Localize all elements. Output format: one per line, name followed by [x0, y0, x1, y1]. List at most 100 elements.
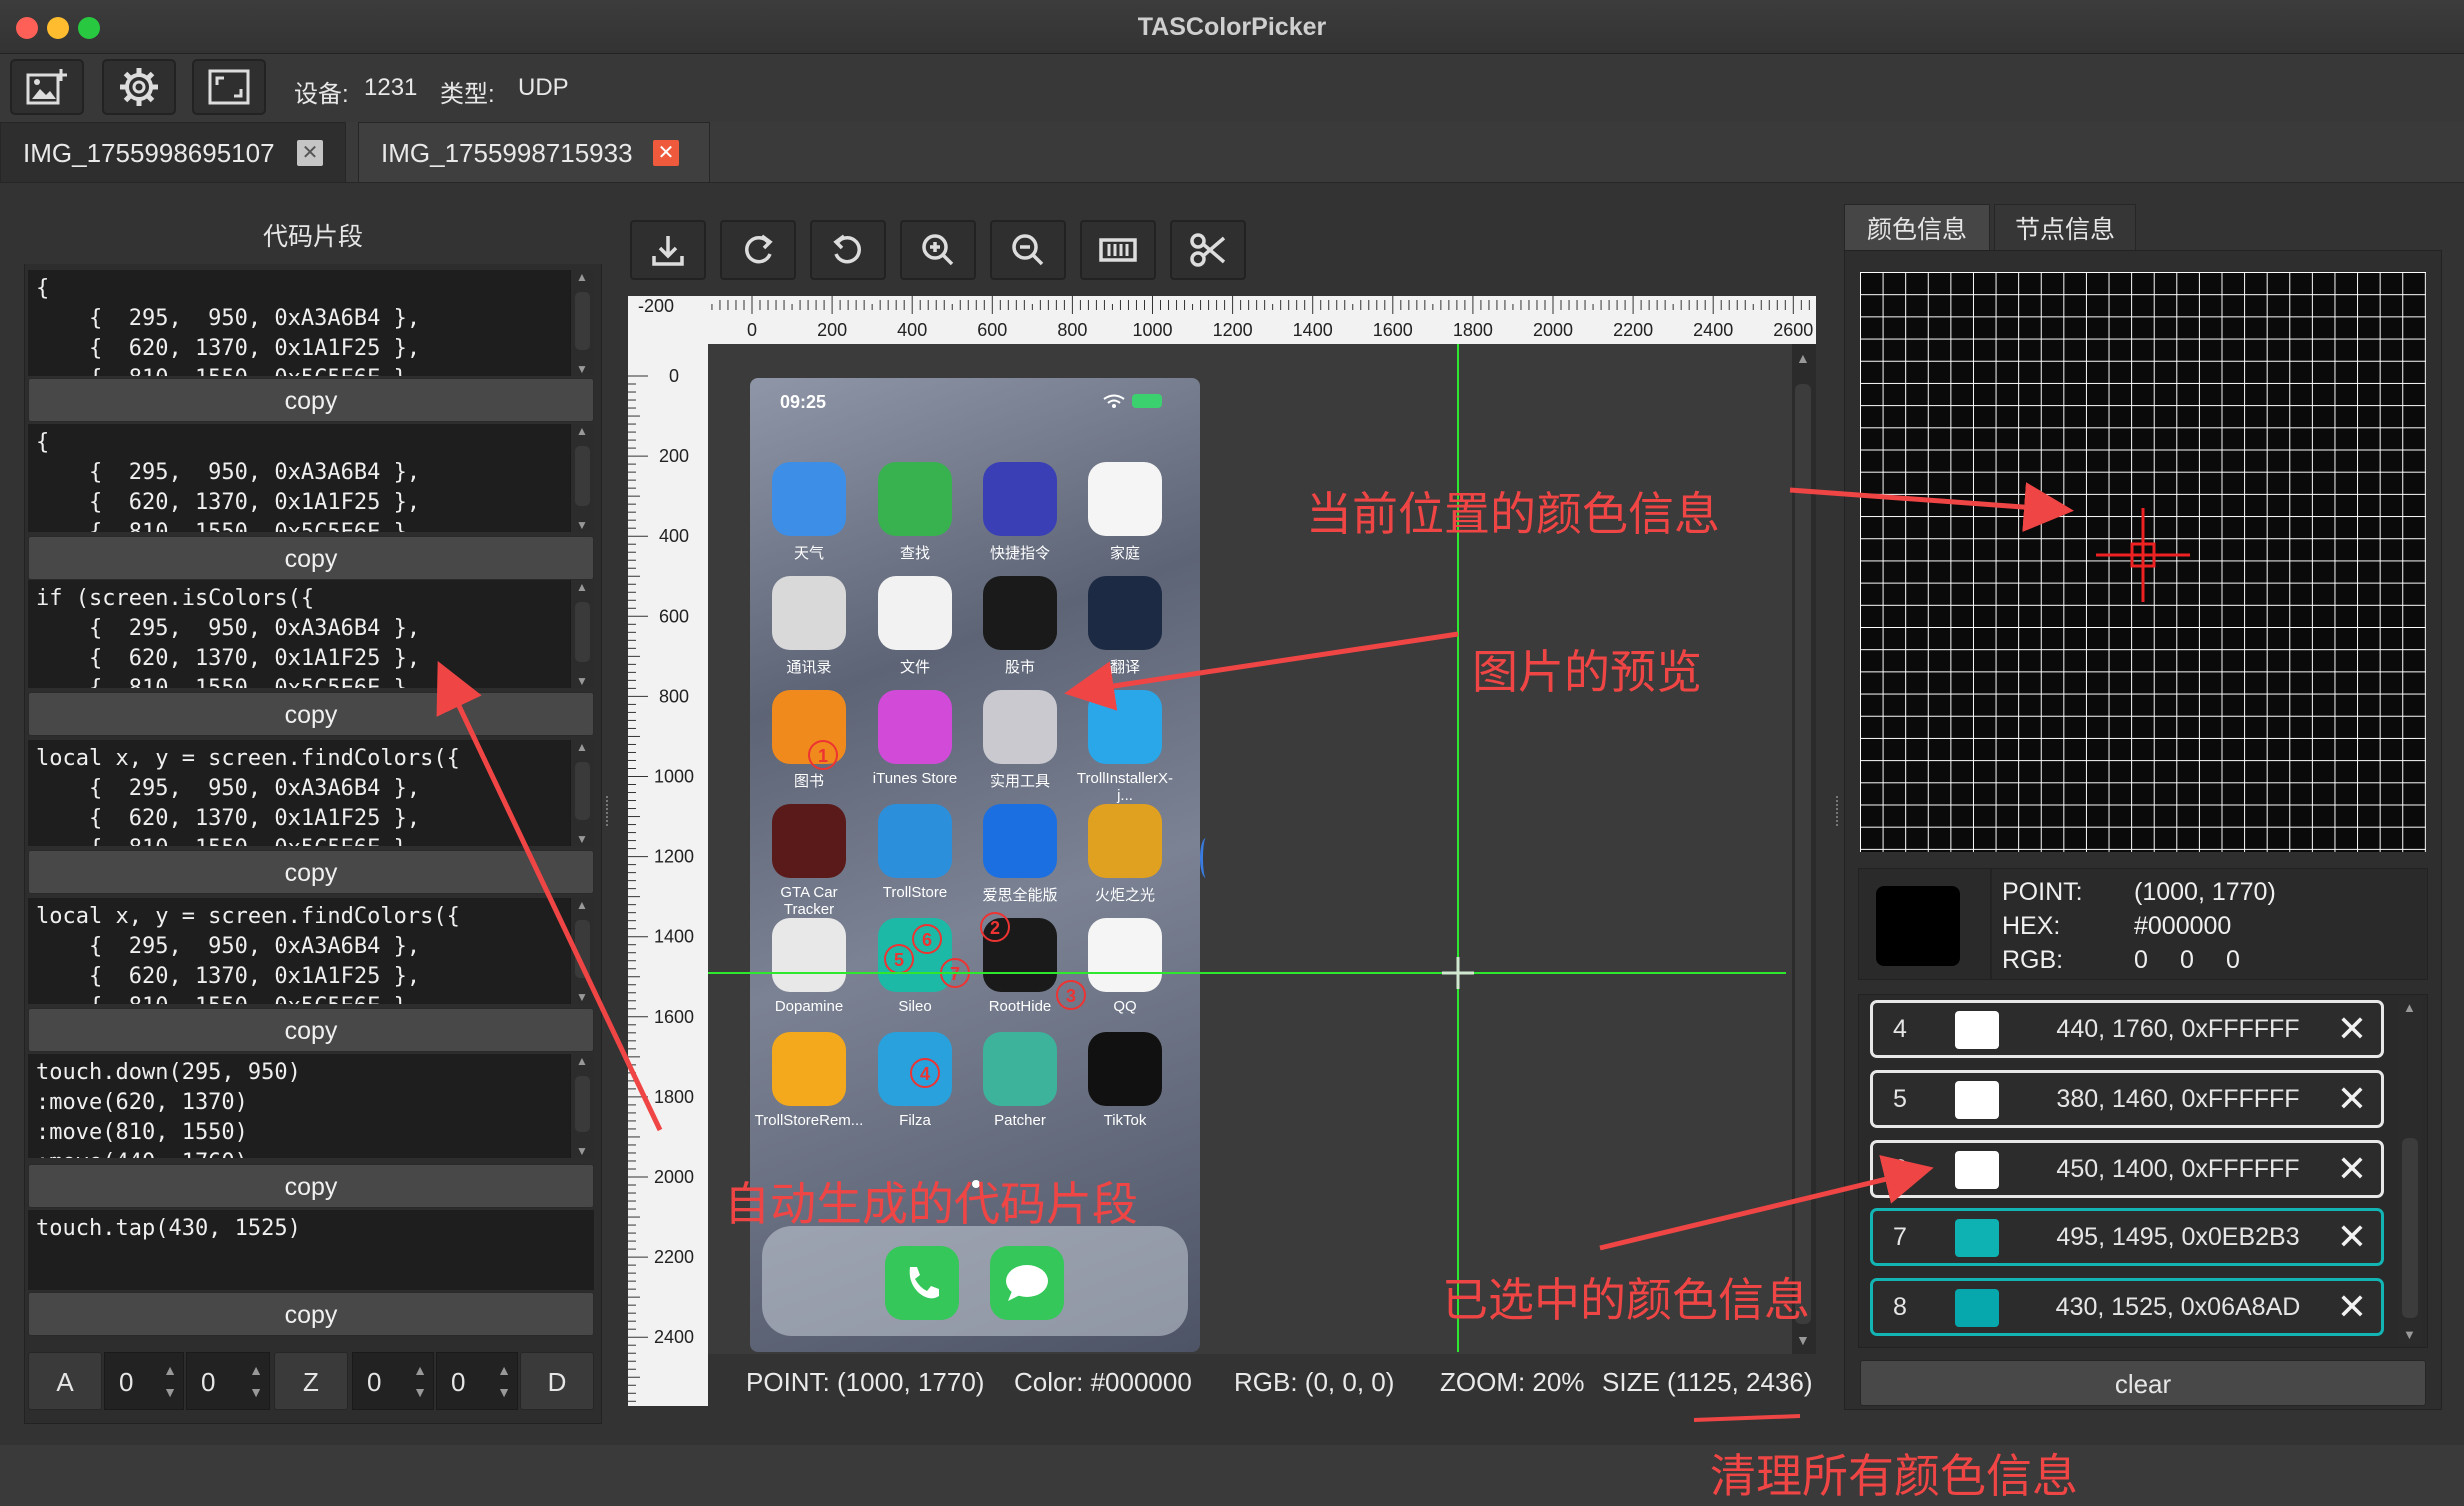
rotate-left-button[interactable]	[810, 220, 886, 280]
ruler-x-label: 2000	[1533, 320, 1573, 340]
app-icon[interactable]	[772, 576, 846, 650]
tab-node-info[interactable]: 节点信息	[1994, 204, 2136, 252]
code-snippet[interactable]: touch.down(295, 950):move(620, 1370):mov…	[28, 1054, 594, 1158]
tab-image-1[interactable]: IMG_1755998695107 ✕	[0, 122, 346, 182]
color-value: 495, 1495, 0x0EB2B3	[2056, 1223, 2300, 1251]
colors-scrollbar[interactable]: ▲ ▼	[2398, 998, 2422, 1344]
point-marker[interactable]: 2	[980, 912, 1010, 942]
app-icon[interactable]	[983, 576, 1057, 650]
color-index: 6	[1893, 1155, 1907, 1183]
spin-arrows-icon[interactable]: ▲ ▼	[159, 1359, 181, 1405]
close-tab-icon[interactable]: ✕	[653, 140, 679, 166]
scissors-button[interactable]	[1170, 220, 1246, 280]
rotate-right-button[interactable]	[720, 220, 796, 280]
app-icon[interactable]	[1088, 918, 1162, 992]
remove-color-icon[interactable]: ✕	[2337, 1003, 2367, 1055]
info-rgb-g: 0	[2180, 946, 2194, 974]
phone-app-icon[interactable]	[885, 1246, 959, 1320]
close-tab-icon[interactable]: ✕	[297, 140, 323, 166]
status-point: POINT: (1000, 1770)	[746, 1367, 985, 1397]
color-row[interactable]: 5 380, 1460, 0xFFFFFF ✕	[1870, 1070, 2384, 1128]
color-row[interactable]: 7 495, 1495, 0x0EB2B3 ✕	[1870, 1208, 2384, 1266]
color-row[interactable]: 4 440, 1760, 0xFFFFFF ✕	[1870, 1000, 2384, 1058]
remove-color-icon[interactable]: ✕	[2337, 1073, 2367, 1125]
vertical-scrollbar[interactable]: ▲ ▼	[1792, 344, 1816, 1354]
app-icon[interactable]	[772, 1032, 846, 1106]
app-icon[interactable]	[983, 804, 1057, 878]
add-image-button[interactable]	[10, 59, 84, 115]
copy-button[interactable]: copy	[28, 1164, 594, 1208]
info-divider	[1990, 868, 1992, 980]
point-marker[interactable]: 5	[884, 944, 914, 974]
copy-button[interactable]: copy	[28, 378, 594, 422]
code-snippet[interactable]: local x, y = screen.findColors({ { 295, …	[28, 740, 594, 846]
app-icon[interactable]	[1088, 576, 1162, 650]
color-row[interactable]: 6 450, 1400, 0xFFFFFF ✕	[1870, 1140, 2384, 1198]
d-button[interactable]: D	[520, 1352, 594, 1410]
splitter-handle[interactable]	[1836, 796, 1842, 826]
app-icon[interactable]	[1088, 804, 1162, 878]
app-icon[interactable]	[983, 462, 1057, 536]
z-x-spinbox[interactable]: 0 ▲ ▼	[352, 1352, 434, 1410]
z-y-spinbox[interactable]: 0 ▲ ▼	[436, 1352, 518, 1410]
point-marker[interactable]: 3	[1056, 980, 1086, 1010]
remove-color-icon[interactable]: ✕	[2337, 1281, 2367, 1333]
app-icon[interactable]	[772, 918, 846, 992]
code-snippet[interactable]: { { 295, 950, 0xA3A6B4 }, { 620, 1370, 0…	[28, 424, 594, 532]
snippet-scrollbar[interactable]: ▲ ▼	[570, 580, 594, 688]
fit-width-button[interactable]	[1080, 220, 1156, 280]
code-snippet[interactable]: local x, y = screen.findColors({ { 295, …	[28, 898, 594, 1004]
app-icon[interactable]	[1088, 1032, 1162, 1106]
copy-button[interactable]: copy	[28, 1008, 594, 1052]
clear-button[interactable]: clear	[1860, 1360, 2426, 1406]
app-icon[interactable]	[772, 462, 846, 536]
messages-app-icon[interactable]	[990, 1246, 1064, 1320]
a-y-spinbox[interactable]: 0 ▲ ▼	[186, 1352, 270, 1410]
app-icon[interactable]	[878, 576, 952, 650]
splitter-handle[interactable]	[606, 796, 612, 826]
color-row[interactable]: 8 430, 1525, 0x06A8AD ✕	[1870, 1278, 2384, 1336]
snippet-scrollbar[interactable]: ▲ ▼	[570, 270, 594, 376]
snippet-scrollbar[interactable]: ▲ ▼	[570, 1054, 594, 1158]
app-icon[interactable]	[878, 690, 952, 764]
code-snippet[interactable]: { { 295, 950, 0xA3A6B4 }, { 620, 1370, 0…	[28, 270, 594, 376]
point-marker[interactable]: 7	[940, 958, 970, 988]
code-line: { 295, 950, 0xA3A6B4 },	[36, 776, 421, 801]
tab-image-2[interactable]: IMG_1755998715933 ✕	[358, 122, 710, 182]
app-icon[interactable]	[878, 804, 952, 878]
point-marker[interactable]: 4	[910, 1058, 940, 1088]
remove-color-icon[interactable]: ✕	[2337, 1211, 2367, 1263]
code-snippet[interactable]: if (screen.isColors({ { 295, 950, 0xA3A6…	[28, 580, 594, 688]
snippet-scrollbar[interactable]: ▲ ▼	[570, 898, 594, 1004]
fullscreen-button[interactable]	[192, 59, 266, 115]
remove-color-icon[interactable]: ✕	[2337, 1143, 2367, 1195]
copy-button[interactable]: copy	[28, 850, 594, 894]
spin-arrows-icon[interactable]: ▲ ▼	[409, 1359, 431, 1405]
app-icon[interactable]	[878, 462, 952, 536]
app-icon[interactable]	[983, 1032, 1057, 1106]
point-marker[interactable]: 6	[912, 924, 942, 954]
spin-arrows-icon[interactable]: ▲ ▼	[245, 1359, 267, 1405]
app-icon[interactable]	[1088, 690, 1162, 764]
copy-button[interactable]: copy	[28, 1292, 594, 1336]
copy-button[interactable]: copy	[28, 536, 594, 580]
app-icon[interactable]	[983, 690, 1057, 764]
a-x-spinbox[interactable]: 0 ▲ ▼	[104, 1352, 184, 1410]
point-marker[interactable]: 1	[808, 740, 838, 770]
spin-arrows-icon[interactable]: ▲ ▼	[493, 1359, 515, 1405]
fullscreen-icon	[208, 69, 250, 105]
code-snippet[interactable]: touch.tap(430, 1525)	[28, 1210, 594, 1290]
app-icon[interactable]	[1088, 462, 1162, 536]
download-button[interactable]	[630, 220, 706, 280]
copy-button[interactable]: copy	[28, 692, 594, 736]
snippet-scrollbar[interactable]: ▲ ▼	[570, 424, 594, 532]
settings-button[interactable]	[102, 59, 176, 115]
app-icon[interactable]	[772, 804, 846, 878]
zoom-out-button[interactable]	[990, 220, 1066, 280]
snippet-scrollbar[interactable]: ▲ ▼	[570, 740, 594, 846]
zoom-in-button[interactable]	[900, 220, 976, 280]
color-swatch	[1955, 1081, 1999, 1119]
z-button[interactable]: Z	[274, 1352, 348, 1410]
a-button[interactable]: A	[28, 1352, 102, 1410]
tab-color-info[interactable]: 颜色信息	[1844, 204, 1990, 252]
